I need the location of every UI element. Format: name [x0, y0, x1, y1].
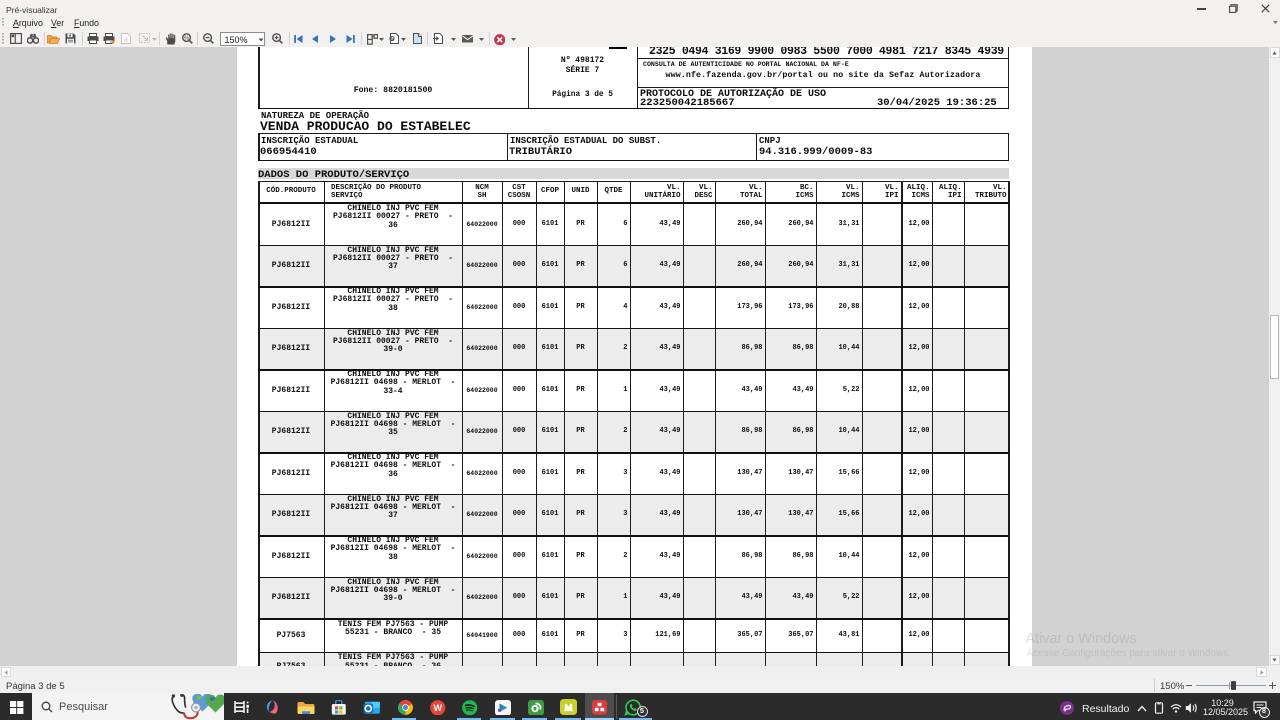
svg-text:W: W [434, 702, 443, 712]
svg-text:a: a [124, 37, 128, 44]
svg-text:%: % [184, 35, 190, 41]
